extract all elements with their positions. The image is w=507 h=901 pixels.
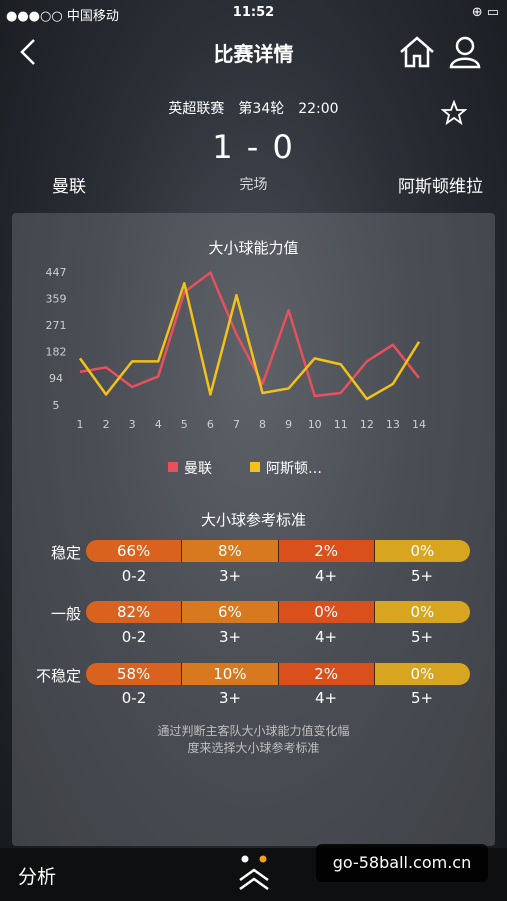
stable-3plus-value: 8%: [182, 540, 279, 562]
category-label: 0-2: [121, 628, 147, 646]
favorite-star-icon[interactable]: [441, 100, 467, 126]
unstable-0-2-value: 58%: [86, 663, 183, 685]
series-line-away: [78, 281, 421, 401]
x-tick-label: 14: [412, 418, 426, 431]
legend-swatch-home: [168, 462, 178, 472]
category-label: 3+: [218, 567, 242, 585]
analysis-panel: 大小球能力值 447 359 271 182 94 5 1 2 3 4 5 6 7 8 9 10 11 12 13 1…: [12, 213, 495, 846]
normal-0-2-value: 82%: [86, 601, 183, 623]
y-tick-label: 94: [49, 372, 63, 385]
normal-category-labels: 0-2 3+ 4+ 5+: [86, 628, 470, 646]
stable-0-2-value: 66%: [86, 540, 183, 562]
analysis-tab[interactable]: 分析: [18, 862, 56, 889]
row-label-stable: 稳定: [50, 544, 81, 562]
x-tick-label: 4: [155, 418, 162, 431]
y-tick-label: 447: [46, 266, 67, 279]
stable-probability-bar: 66% 8% 2% 0%: [86, 540, 470, 562]
y-tick-label: 5: [53, 399, 60, 412]
league-round-time: 英超联赛 第34轮 22:00: [168, 101, 339, 117]
unstable-3plus-value: 10%: [182, 663, 279, 685]
battery-indicator: ⊕ ▭: [471, 5, 499, 20]
row-label-unstable: 不稳定: [35, 667, 81, 685]
normal-probability-bar: 82% 6% 0% 0%: [86, 601, 470, 623]
x-tick-label: 2: [103, 418, 110, 431]
normal-3plus-value: 6%: [182, 601, 279, 623]
x-tick-label: 9: [285, 418, 292, 431]
legend-swatch-away: [250, 462, 260, 472]
match-score: 1 - 0: [212, 128, 295, 166]
page-indicator-dots: [241, 855, 267, 863]
category-label: 5+: [410, 628, 434, 646]
unstable-probability-bar: 58% 10% 2% 0%: [86, 663, 470, 685]
x-tick-label: 11: [334, 418, 348, 431]
unstable-4plus-value: 2%: [278, 663, 375, 685]
match-header: 英超联赛 第34轮 22:00 1 - 0 完场 曼联 阿斯顿维拉: [0, 92, 507, 202]
series-line-home: [79, 271, 420, 398]
home-team-name[interactable]: 曼联: [52, 172, 86, 197]
stable-5plus-value: 0%: [374, 540, 470, 562]
x-tick-label: 13: [386, 418, 400, 431]
x-tick-label: 8: [259, 418, 266, 431]
x-tick-label: 5: [181, 418, 188, 431]
expand-up-chevron-icon[interactable]: [236, 866, 272, 892]
unstable-5plus-value: 0%: [374, 663, 470, 685]
reference-title: 大小球参考标准: [200, 511, 306, 529]
stable-4plus-value: 2%: [278, 540, 375, 562]
category-label: 4+: [314, 689, 338, 707]
user-icon[interactable]: [448, 34, 482, 70]
clock: 11:52: [232, 5, 275, 20]
note-line-2: 度来选择大小球参考标准: [187, 741, 320, 755]
category-label: 0-2: [121, 689, 147, 707]
watermark: go-58ball.com.cn: [316, 844, 488, 882]
note-line-1: 通过判断主客队大小球能力值变化幅: [157, 724, 350, 738]
x-tick-label: 10: [308, 418, 322, 431]
legend-label-home: 曼联: [184, 461, 212, 477]
legend-item-away: 阿斯顿…: [250, 458, 322, 478]
legend-label-away: 阿斯顿…: [266, 461, 322, 477]
navigation-bar: 比赛详情: [0, 26, 507, 78]
home-icon[interactable]: [398, 34, 436, 70]
category-label: 3+: [218, 689, 242, 707]
y-tick-label: 182: [46, 346, 67, 359]
ability-line-chart: 4473592711829451 2 3 4 5 6 7 8 9 10 11 12 13 14: [46, 266, 427, 431]
x-tick-label: 12: [360, 418, 374, 431]
category-label: 4+: [314, 628, 338, 646]
x-tick-label: 1: [77, 418, 84, 431]
unstable-category-labels: 0-2 3+ 4+ 5+: [86, 689, 470, 707]
stable-category-labels: 0-2 3+ 4+ 5+: [86, 567, 470, 585]
away-team-name[interactable]: 阿斯顿维拉: [398, 172, 483, 197]
y-tick-label: 271: [46, 319, 67, 332]
category-label: 3+: [218, 628, 242, 646]
x-tick-label: 7: [233, 418, 240, 431]
normal-5plus-value: 0%: [374, 601, 470, 623]
normal-4plus-value: 0%: [278, 601, 375, 623]
reference-note: 通过判断主客队大小球能力值变化幅 度来选择大小球参考标准: [12, 723, 495, 757]
category-label: 0-2: [121, 567, 147, 585]
category-label: 4+: [314, 567, 338, 585]
x-tick-label: 3: [129, 418, 136, 431]
y-tick-label: 359: [46, 292, 67, 305]
legend-item-home: 曼联: [168, 458, 212, 478]
status-bar: ●●●○○ 中国移动 11:52 ⊕ ▭: [0, 0, 507, 26]
category-label: 5+: [410, 567, 434, 585]
x-tick-label: 6: [207, 418, 214, 431]
row-label-normal: 一般: [50, 605, 81, 623]
category-label: 5+: [410, 689, 434, 707]
